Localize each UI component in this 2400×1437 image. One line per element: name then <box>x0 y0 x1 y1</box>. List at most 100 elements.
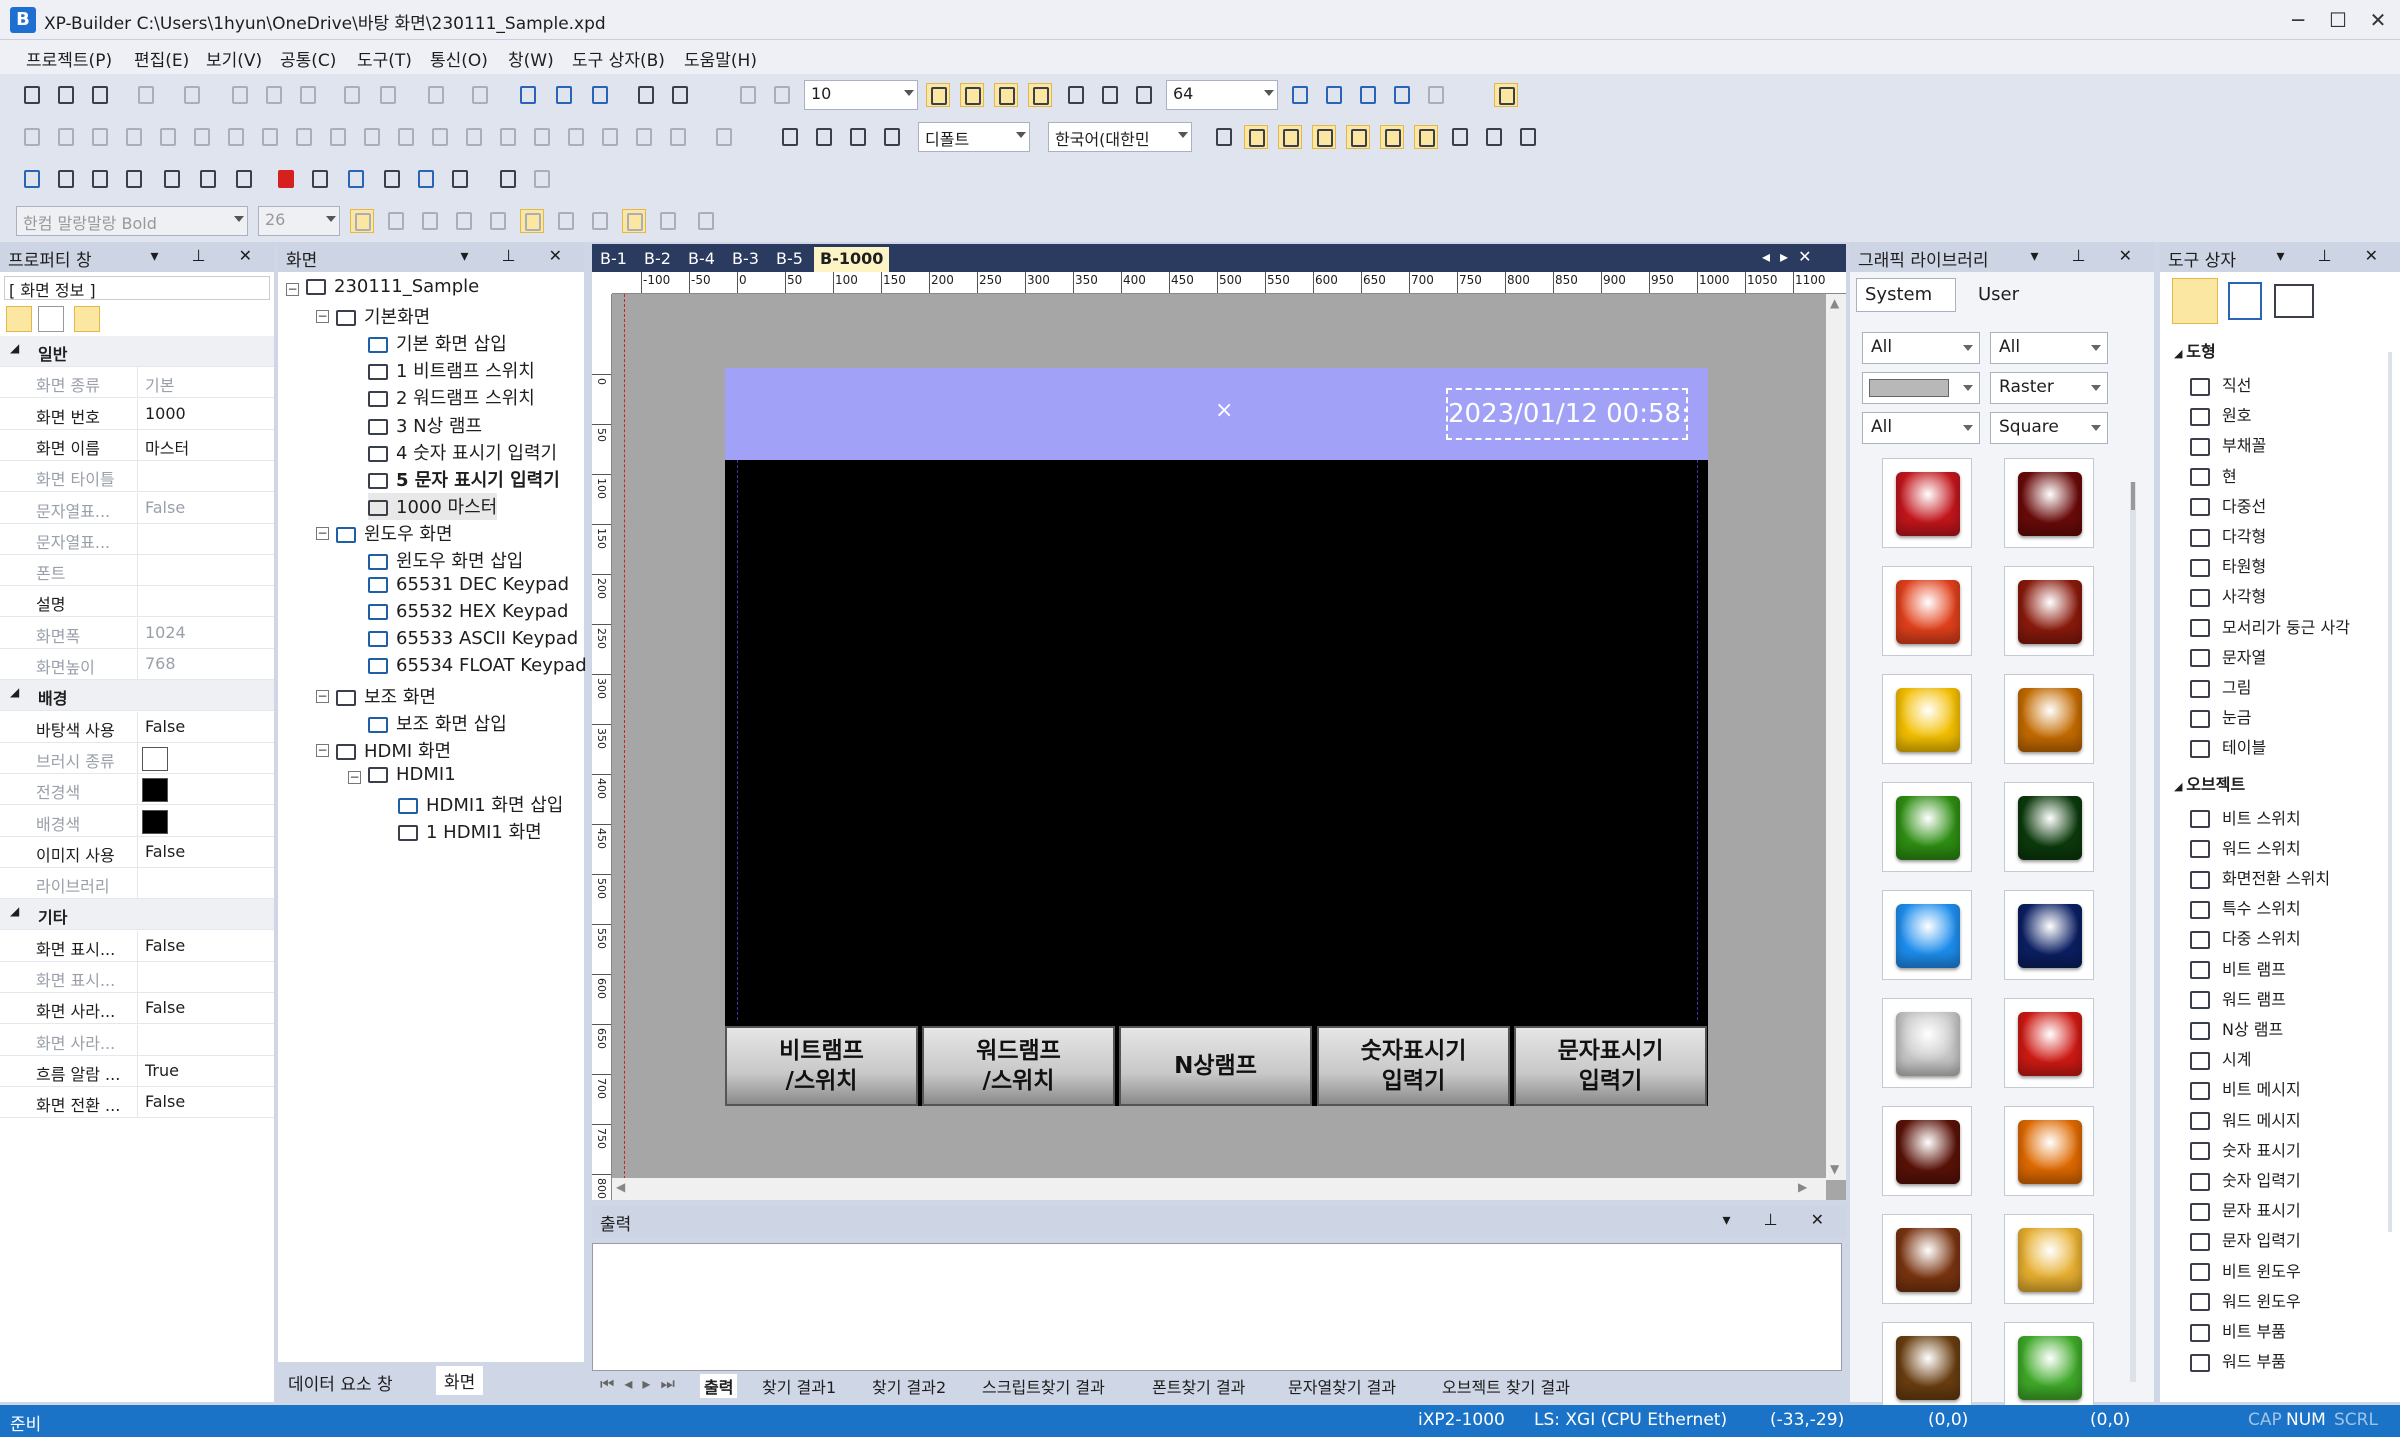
property-value[interactable]: True <box>145 1061 179 1080</box>
property-value[interactable]: False <box>145 936 185 955</box>
menu-project[interactable]: 프로젝트(P) <box>26 46 112 71</box>
paste-screen-icon[interactable] <box>376 83 400 107</box>
distribute-v-icon[interactable] <box>258 125 282 149</box>
tree-node[interactable]: 윈도우 화면 <box>336 520 453 547</box>
align-top-icon[interactable] <box>122 125 146 149</box>
first-page-icon[interactable] <box>496 167 520 191</box>
tree-node[interactable]: HDMI1 <box>368 764 456 791</box>
text-bottom-icon[interactable] <box>656 209 680 233</box>
property-value[interactable]: 1000 <box>145 404 186 423</box>
nav-button-numeric[interactable]: 숫자표시기 입력기 <box>1317 1026 1510 1106</box>
tree-node[interactable]: 2 워드램프 스위치 <box>368 384 535 411</box>
view-toolbox-icon[interactable] <box>1278 125 1302 149</box>
dev-icon[interactable] <box>812 125 836 149</box>
tree-node[interactable]: 65531 DEC Keypad <box>368 574 569 601</box>
text-top-icon[interactable] <box>588 209 612 233</box>
space-h-icon[interactable] <box>462 125 486 149</box>
tag-icon[interactable] <box>846 125 870 149</box>
tree-expand-icon[interactable]: − <box>286 283 299 296</box>
property-row[interactable]: 화면 종류 기본 <box>0 367 274 399</box>
style-combo[interactable]: 디폴트 <box>918 122 1030 152</box>
nav-button-bit-lamp[interactable]: 비트램프 /스위치 <box>725 1026 918 1106</box>
view-script-icon[interactable] <box>1482 125 1506 149</box>
toolbox-item[interactable]: 모서리가 둥근 사각 <box>2190 614 2350 638</box>
color-swatch[interactable] <box>142 746 168 771</box>
nav-button-word-lamp[interactable]: 워드램프 /스위치 <box>922 1026 1115 1106</box>
tree-node[interactable]: 1 HDMI1 화면 <box>398 818 542 845</box>
tree-node[interactable]: 1000 마스터 <box>368 492 498 520</box>
toolbox-item[interactable]: 현 <box>2190 463 2237 487</box>
zoom-out-icon[interactable] <box>1132 83 1156 107</box>
new-file-icon[interactable] <box>20 83 44 107</box>
tab-b-3[interactable]: B-3 <box>726 247 765 272</box>
same-size-icon[interactable] <box>360 125 384 149</box>
scroll-up-icon[interactable]: ▲ <box>1830 296 1839 310</box>
text-color-icon[interactable] <box>694 209 718 233</box>
print-icon[interactable] <box>634 83 658 107</box>
tab-string-find[interactable]: 문자열찾기 결과 <box>1288 1374 1396 1398</box>
clock-object[interactable]: 2023/01/12 00:58:54 <box>1446 388 1688 440</box>
minimize-button[interactable]: ─ <box>2280 4 2316 36</box>
tab-object-find[interactable]: 오브젝트 찾기 결과 <box>1442 1374 1570 1398</box>
tab-b-1000[interactable]: B-1000 <box>814 247 890 272</box>
sort-alpha-icon[interactable] <box>38 306 64 332</box>
toolbox-item[interactable]: 다각형 <box>2190 523 2266 547</box>
lamp-library-item[interactable] <box>1882 890 1972 980</box>
document-icon[interactable] <box>232 167 256 191</box>
toolbox-item[interactable]: 다중선 <box>2190 493 2266 517</box>
lamp-library-item[interactable] <box>2004 1322 2094 1412</box>
upload-icon[interactable] <box>380 167 404 191</box>
download-icon[interactable] <box>344 167 368 191</box>
tab-b-2[interactable]: B-2 <box>638 247 677 272</box>
style-icon[interactable] <box>880 125 904 149</box>
copy-screen-icon[interactable] <box>340 83 364 107</box>
property-row[interactable]: 화면 사라... <box>0 1024 274 1056</box>
property-row[interactable]: 이미지 사용 False <box>0 836 274 868</box>
zoom-page-icon[interactable] <box>1356 83 1380 107</box>
tree-node[interactable]: 230111_Sample <box>306 276 479 303</box>
tree-node[interactable]: 보조 화면 삽입 <box>368 710 507 737</box>
view-property-icon[interactable] <box>1312 125 1336 149</box>
tab-nav-arrows[interactable]: ◂▸✕ <box>1762 247 1821 266</box>
scroll-right-icon[interactable]: ▶ <box>1798 1180 1807 1194</box>
toolbox-item[interactable]: 비트 메시지 <box>2190 1076 2301 1100</box>
toolbox-scrollbar[interactable] <box>2388 352 2392 1232</box>
zoom-fit-icon[interactable] <box>1288 83 1312 107</box>
lamp-library-item[interactable] <box>1882 1322 1972 1412</box>
text-center-icon[interactable] <box>520 209 544 233</box>
tree-node[interactable]: 65534 FLOAT Keypad <box>368 655 587 682</box>
order-icon[interactable] <box>666 125 690 149</box>
backward-icon[interactable] <box>632 125 656 149</box>
toolbox-category[interactable]: ◢ 오브젝트 <box>2174 771 2245 795</box>
redo-icon[interactable] <box>180 83 204 107</box>
property-row[interactable]: 바탕색 사용 False <box>0 711 274 743</box>
tree-node[interactable]: 65533 ASCII Keypad <box>368 628 578 655</box>
align-center-icon[interactable] <box>54 125 78 149</box>
grid-dots-icon[interactable] <box>736 83 760 107</box>
vertical-scrollbar[interactable]: ▲ ▼ <box>1826 294 1846 1180</box>
toolbox-item[interactable]: 워드 스위치 <box>2190 835 2301 859</box>
tab-b-5[interactable]: B-5 <box>770 247 809 272</box>
grid-settings-icon[interactable] <box>770 83 794 107</box>
run-icon[interactable] <box>274 167 298 191</box>
toolbox-item[interactable]: 비트 부품 <box>2190 1318 2286 1342</box>
toolbox-item[interactable]: N상 램프 <box>2190 1016 2283 1040</box>
nav-button-n-lamp[interactable]: N상램프 <box>1119 1026 1312 1106</box>
toolbox-item[interactable]: 눈금 <box>2190 704 2251 728</box>
select-pointer-icon[interactable] <box>2172 278 2218 324</box>
toolbox-item[interactable]: 화면전환 스위치 <box>2190 865 2330 889</box>
align-middle-icon[interactable] <box>156 125 180 149</box>
list-view-icon[interactable] <box>2228 282 2262 320</box>
nav-button-text[interactable]: 문자표시기 입력기 <box>1514 1026 1707 1106</box>
lamp-library-item[interactable] <box>2004 998 2094 1088</box>
snap-grid-icon[interactable] <box>926 83 950 107</box>
group-icon[interactable] <box>424 83 448 107</box>
cut-icon[interactable] <box>228 83 252 107</box>
tools-icon[interactable] <box>308 167 332 191</box>
menu-common[interactable]: 공통(C) <box>280 46 336 71</box>
tree-expand-icon[interactable]: − <box>316 310 329 324</box>
collapse-icon[interactable]: ◢ <box>2174 347 2186 360</box>
panel-controls[interactable]: ▾ ⊥ ✕ <box>150 246 266 265</box>
lamp-library-item[interactable] <box>2004 458 2094 548</box>
tree-node[interactable]: HDMI1 화면 삽입 <box>398 791 563 818</box>
